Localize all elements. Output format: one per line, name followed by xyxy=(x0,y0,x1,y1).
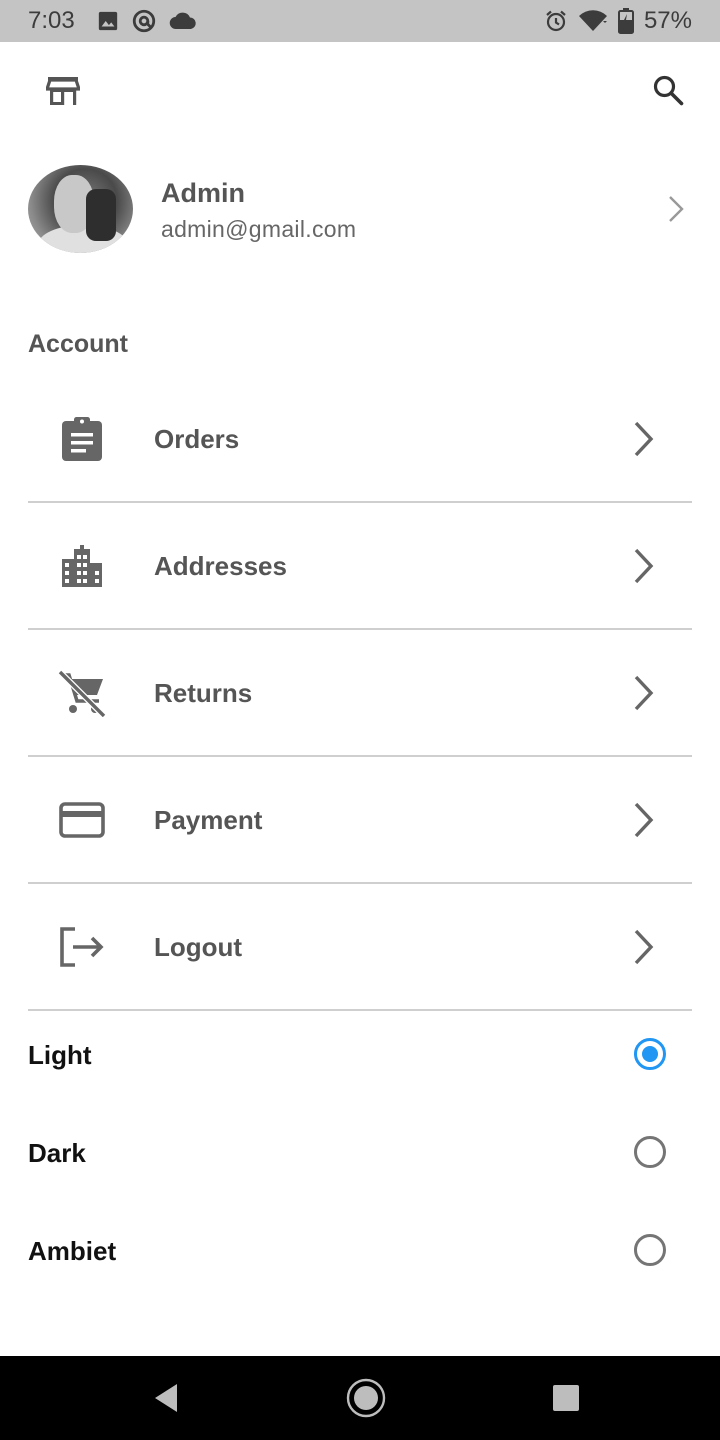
menu-item-label: Addresses xyxy=(154,551,287,581)
status-bar: 7:03 57% xyxy=(0,0,720,42)
chevron-right-icon xyxy=(669,196,684,222)
chevron-right-icon xyxy=(634,675,654,711)
theme-option-label: Light xyxy=(28,1040,92,1070)
menu-item-returns[interactable]: Returns xyxy=(28,630,692,757)
avatar-phone xyxy=(86,189,116,241)
menu-item-addresses[interactable]: Addresses xyxy=(28,503,692,630)
back-icon[interactable] xyxy=(146,1378,186,1418)
chevron-right-icon xyxy=(634,421,654,457)
clipboard-icon xyxy=(56,414,108,464)
chevron-right-icon xyxy=(634,929,654,965)
remove-shopping-cart-icon xyxy=(56,668,108,718)
credit-card-icon xyxy=(56,795,108,845)
radio-button-light[interactable] xyxy=(634,1038,666,1070)
recents-icon[interactable] xyxy=(546,1378,586,1418)
theme-option-light[interactable]: Light xyxy=(28,1006,692,1104)
status-right: 57% xyxy=(544,0,692,42)
avatar xyxy=(28,165,133,253)
battery-charging-icon xyxy=(617,8,634,34)
battery-percent: 57% xyxy=(643,7,692,34)
theme-option-dark[interactable]: Dark xyxy=(28,1104,692,1202)
store-icon[interactable] xyxy=(44,72,82,110)
chevron-right-icon xyxy=(634,802,654,838)
profile-header[interactable]: Admin admin@gmail.com xyxy=(0,160,720,260)
city-icon xyxy=(56,541,108,591)
radio-button-dark[interactable] xyxy=(634,1136,666,1168)
menu-item-label: Orders xyxy=(154,424,240,454)
image-icon xyxy=(97,10,119,32)
search-icon[interactable] xyxy=(648,70,688,110)
theme-option-label: Dark xyxy=(28,1138,86,1168)
screen: 7:03 57% Admin admin@gmail.com Account O… xyxy=(0,0,720,1440)
radio-button-ambiet[interactable] xyxy=(634,1234,666,1266)
chevron-right-icon xyxy=(634,548,654,584)
theme-option-ambiet[interactable]: Ambiet xyxy=(28,1202,692,1300)
menu-item-payment[interactable]: Payment xyxy=(28,757,692,884)
status-time: 7:03 xyxy=(28,7,75,34)
section-title-account: Account xyxy=(28,330,128,358)
menu-item-logout[interactable]: Logout xyxy=(28,884,692,1011)
alarm-icon xyxy=(544,9,568,33)
theme-option-label: Ambiet xyxy=(28,1236,117,1266)
at-sign-icon xyxy=(131,8,157,34)
menu-item-label: Logout xyxy=(154,932,243,962)
menu-item-label: Returns xyxy=(154,678,253,708)
profile-email: admin@gmail.com xyxy=(161,216,357,242)
profile-name: Admin xyxy=(161,178,245,208)
menu-item-orders[interactable]: Orders xyxy=(28,376,692,503)
home-icon[interactable] xyxy=(346,1378,386,1418)
cloud-icon xyxy=(169,11,197,31)
system-navigation-bar xyxy=(0,1356,720,1440)
top-app-bar xyxy=(0,42,720,142)
menu-item-label: Payment xyxy=(154,805,263,835)
theme-options: Light Dark Ambiet xyxy=(28,1006,692,1300)
logout-icon xyxy=(56,922,108,972)
account-menu: Orders Addresses Returns Payment Logout xyxy=(28,376,692,1011)
wifi-icon xyxy=(578,9,608,33)
status-left: 7:03 xyxy=(28,7,209,35)
